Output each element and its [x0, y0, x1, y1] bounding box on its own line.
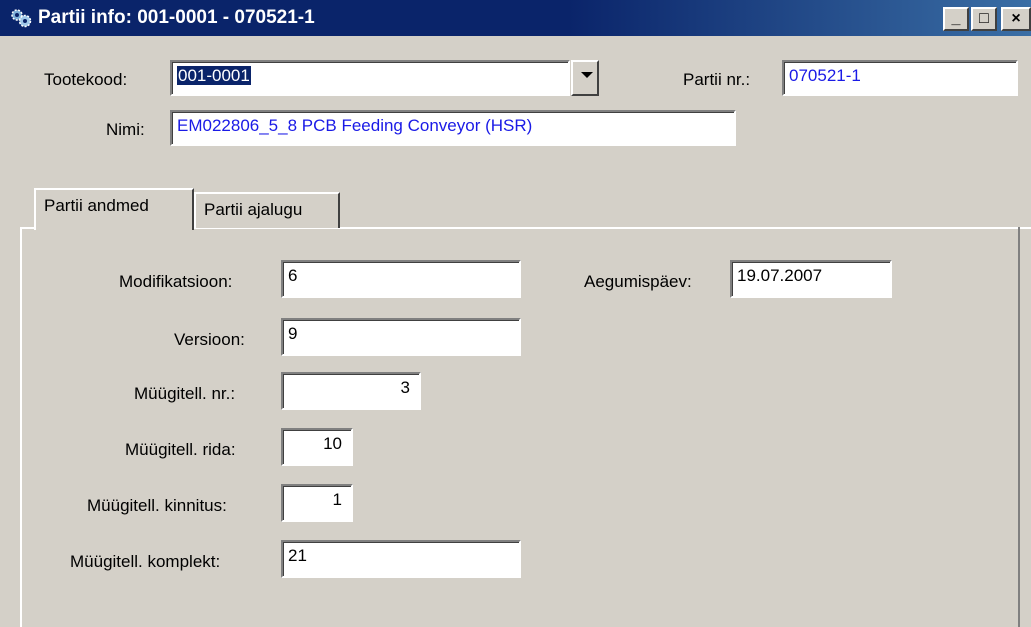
tootekood-label: Tootekood: [44, 70, 128, 89]
app-gears-icon [10, 7, 32, 29]
modifikatsioon-field[interactable]: 6 [281, 260, 521, 298]
tab-partii-ajalugu[interactable]: Partii ajalugu [194, 192, 340, 228]
nimi-field[interactable]: EM022806_5_8 PCB Feeding Conveyor (HSR) [170, 110, 736, 146]
tootekood-value: 001-0001 [177, 66, 251, 85]
window-title: Partii info: 001-0001 - 070521-1 [38, 7, 315, 28]
partii-nr-label: Partii nr.: [683, 70, 751, 89]
aegumispaev-label: Aegumispäev: [584, 272, 692, 291]
panel-edge [1018, 227, 1020, 627]
minimize-button[interactable]: _ [943, 7, 969, 31]
myygitell-nr-label: Müügitell. nr.: [134, 384, 236, 403]
versioon-label: Versioon: [174, 330, 245, 349]
maximize-button[interactable]: □ [971, 7, 997, 31]
myygitell-komplekt-field[interactable]: 21 [281, 540, 521, 578]
myygitell-komplekt-label: Müügitell. komplekt: [70, 552, 221, 571]
window-titlebar[interactable]: Partii info: 001-0001 - 070521-1 _ □ × [0, 0, 1031, 36]
myygitell-rida-label: Müügitell. rida: [125, 440, 236, 459]
partii-nr-field[interactable]: 070521-1 [782, 60, 1018, 96]
myygitell-rida-field[interactable]: 10 [281, 428, 353, 466]
modifikatsioon-label: Modifikatsioon: [119, 272, 233, 291]
myygitell-kinnitus-field[interactable]: 1 [281, 484, 353, 522]
versioon-field[interactable]: 9 [281, 318, 521, 356]
nimi-label: Nimi: [106, 120, 145, 139]
tab-partii-andmed[interactable]: Partii andmed [34, 188, 194, 230]
myygitell-kinnitus-label: Müügitell. kinnitus: [87, 496, 227, 515]
tootekood-combobox[interactable]: 001-0001 [170, 60, 570, 96]
aegumispaev-field[interactable]: 19.07.2007 [730, 260, 892, 298]
myygitell-nr-field[interactable]: 3 [281, 372, 421, 410]
tootekood-dropdown-button[interactable] [571, 60, 599, 96]
close-button[interactable]: × [1001, 7, 1031, 31]
